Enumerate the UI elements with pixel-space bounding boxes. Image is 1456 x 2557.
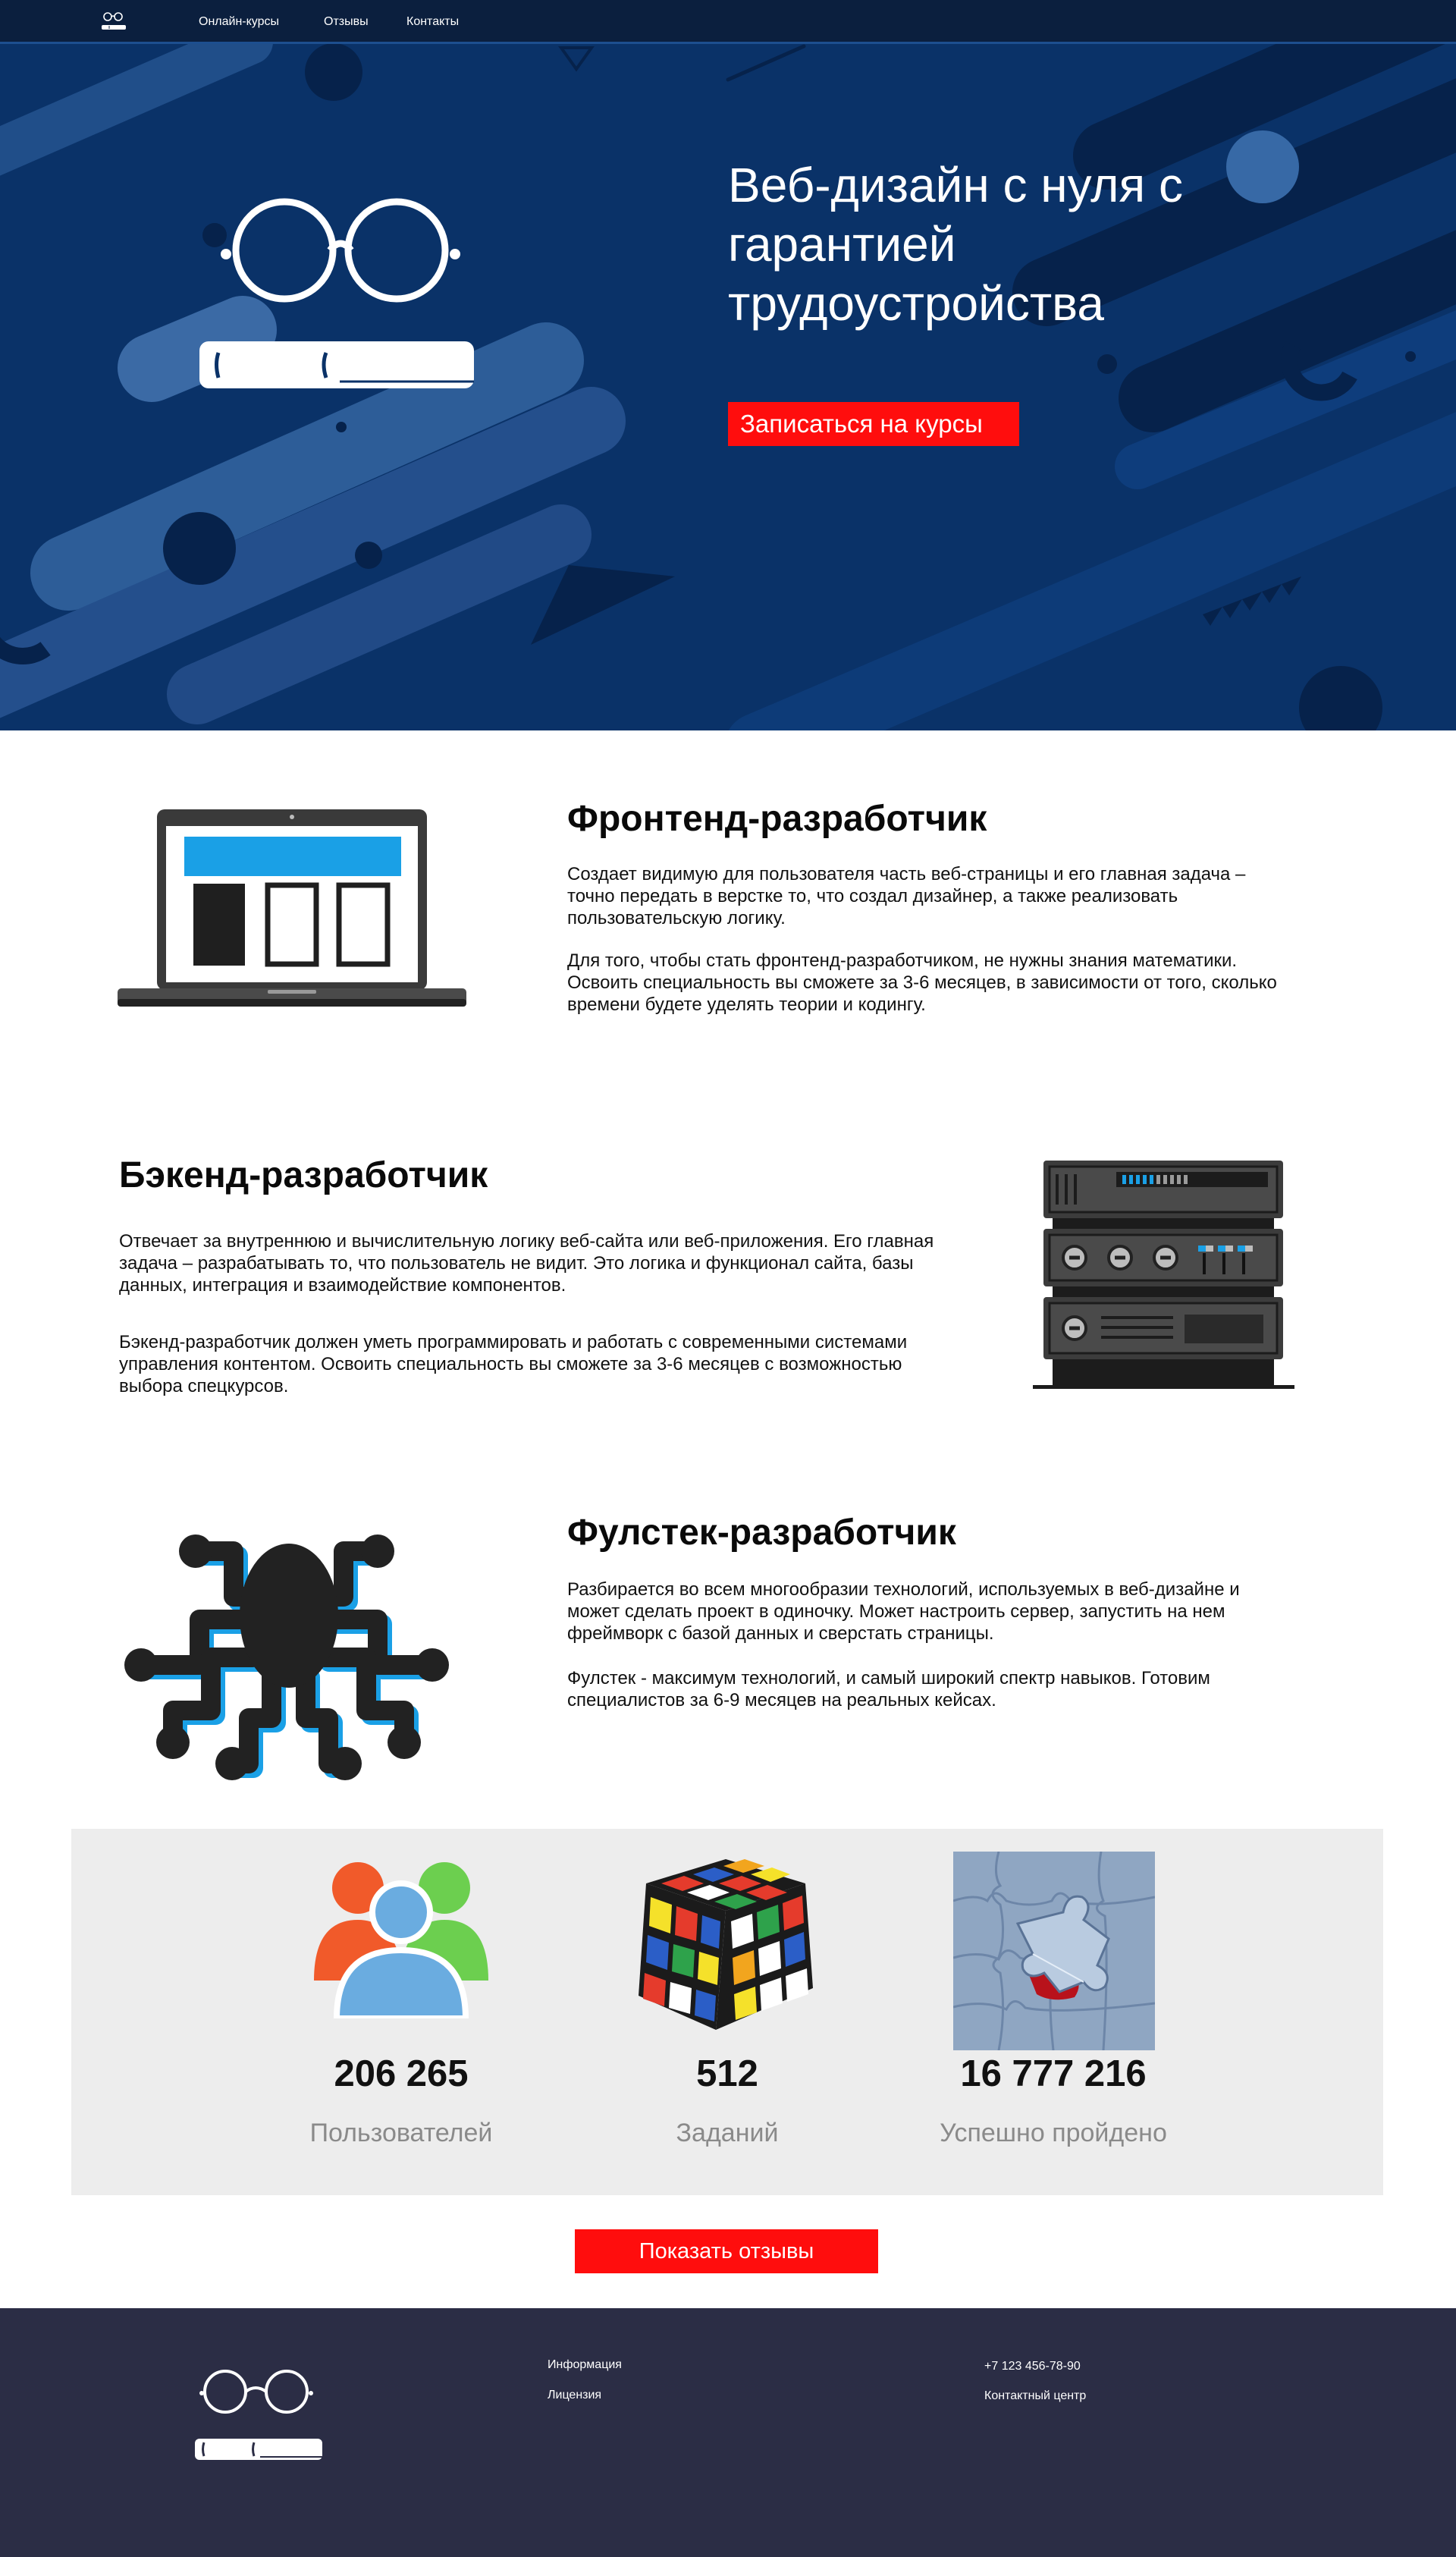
laptop-icon	[118, 809, 466, 1007]
section-text-backend-1: Отвечает за внутреннюю и вычислительную …	[119, 1231, 934, 1296]
footer-phone[interactable]: +7 123 456-78-90	[984, 2360, 1081, 2373]
stat-label-tasks: Заданий	[676, 2119, 779, 2147]
rubiks-cube-icon	[639, 1859, 813, 2030]
hero-banner: Веб-дизайн с нуля с гарантией трудоустро…	[0, 42, 1456, 730]
footer-link-contact-center[interactable]: Контактный центр	[984, 2389, 1086, 2403]
stat-value-completed: 16 777 216	[960, 2053, 1147, 2094]
users-icon	[314, 1862, 488, 2018]
stats-panel: 206 265 Пользователей 512 Заданий 16 777…	[71, 1829, 1383, 2195]
footer: Информация Лицензия +7 123 456-78-90 Кон…	[0, 2308, 1456, 2557]
stat-value-users: 206 265	[334, 2053, 469, 2094]
section-text-frontend-2: Для того, чтобы стать фронтенд-разработч…	[567, 950, 1277, 1015]
show-reviews-button[interactable]: Показать отзывы	[575, 2229, 878, 2273]
section-title-backend: Бэкенд-разработчик	[119, 1155, 488, 1195]
section-text-frontend-1: Создает видимую для пользователя часть в…	[567, 864, 1246, 928]
nav-link-reviews[interactable]: Отзывы	[324, 15, 369, 29]
puzzle-icon	[953, 1852, 1155, 2050]
section-text-fullstack-2: Фулстек - максимум технологий, и самый ш…	[567, 1668, 1210, 1710]
section-text-backend-2: Бэкенд-разработчик должен уметь программ…	[119, 1332, 908, 1396]
hero-title: Веб-дизайн с нуля с гарантией трудоустро…	[728, 158, 1183, 331]
glasses-book-icon	[199, 198, 474, 388]
stat-label-users: Пользователей	[309, 2119, 493, 2147]
stat-label-completed: Успешно пройдено	[940, 2119, 1167, 2147]
section-title-fullstack: Фулстек-разработчик	[567, 1513, 956, 1553]
top-nav: Онлайн-курсы Отзывы Контакты	[0, 0, 1456, 44]
nav-link-contacts[interactable]: Контакты	[406, 15, 459, 29]
footer-link-license[interactable]: Лицензия	[548, 2389, 601, 2402]
glasses-book-logo-footer	[195, 2370, 322, 2460]
server-icon	[1033, 1161, 1294, 1389]
enroll-button[interactable]: Записаться на курсы	[728, 402, 1019, 446]
section-title-frontend: Фронтенд-разработчик	[567, 799, 987, 839]
octopus-icon	[124, 1535, 449, 1780]
stat-value-tasks: 512	[696, 2053, 758, 2094]
glasses-book-logo[interactable]	[99, 11, 129, 33]
section-text-fullstack-1: Разбирается во всем многообразии техноло…	[567, 1579, 1240, 1644]
footer-link-info[interactable]: Информация	[548, 2358, 622, 2372]
nav-link-courses[interactable]: Онлайн-курсы	[199, 15, 279, 29]
